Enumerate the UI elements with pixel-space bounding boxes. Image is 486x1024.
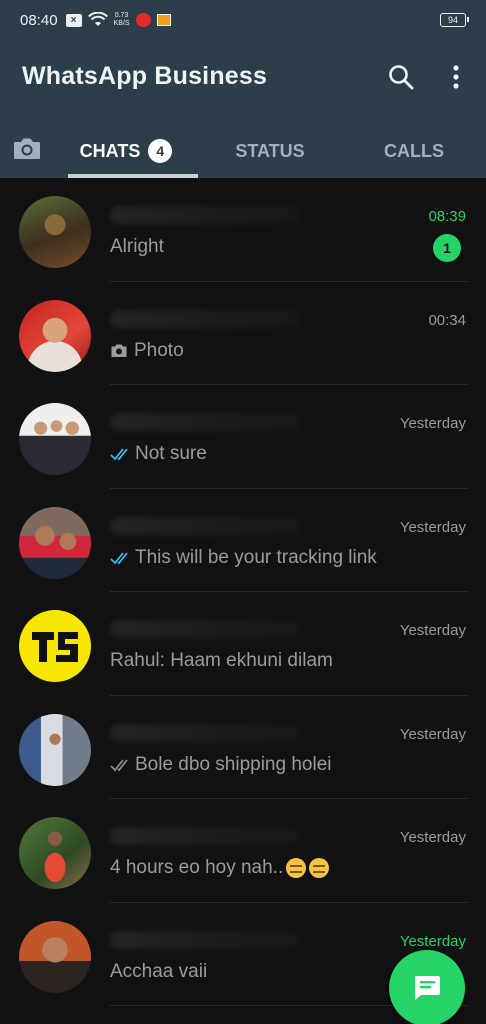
chat-row[interactable]: Yesterday Bole dbo shipping holei xyxy=(0,696,486,799)
camera-icon[interactable] xyxy=(12,135,42,161)
chat-preview: 4 hours eo hoy nah.. xyxy=(110,857,330,879)
tab-bar: CHATS 4 STATUS CALLS xyxy=(0,124,486,178)
search-icon[interactable] xyxy=(388,64,414,90)
notification-x-icon: × xyxy=(65,13,82,27)
chat-time: 08:39 xyxy=(428,208,466,225)
flag-notification-icon xyxy=(156,14,171,26)
network-speed: 0.73 KB/S xyxy=(113,12,130,27)
contact-name-blurred xyxy=(110,930,300,949)
chat-time: Yesterday xyxy=(399,829,466,846)
contact-name-blurred xyxy=(110,206,300,224)
avatar xyxy=(19,713,91,786)
new-message-icon xyxy=(415,976,440,1000)
status-time: 08:40 xyxy=(20,11,58,29)
avatar xyxy=(19,920,91,993)
chat-preview: This will be your tracking link xyxy=(110,547,377,569)
wifi-icon xyxy=(87,12,108,26)
chat-time: Yesterday xyxy=(399,725,466,743)
contact-name-blurred xyxy=(110,620,300,638)
tab-chats[interactable]: CHATS 4 xyxy=(54,124,198,178)
chat-preview: Alright xyxy=(110,236,164,257)
chats-unread-badge: 4 xyxy=(148,139,173,163)
new-chat-button[interactable] xyxy=(389,950,465,1024)
avatar xyxy=(19,196,91,268)
avatar xyxy=(19,610,91,682)
contact-name-blurred xyxy=(110,516,300,535)
chat-preview: Acchaa vaii xyxy=(110,960,208,982)
chat-preview: Bole dbo shipping holei xyxy=(110,754,332,776)
tab-calls[interactable]: CALLS xyxy=(342,124,486,178)
chat-row[interactable]: Yesterday Rahul: Haam ekhuni dilam xyxy=(0,592,486,696)
avatar xyxy=(19,403,91,475)
chat-time: 00:34 xyxy=(428,311,466,329)
status-icons: × 0.73 KB/S xyxy=(65,12,171,28)
chat-row[interactable]: 00:34 Photo xyxy=(0,282,486,385)
chat-preview: Rahul: Haam ekhuni dilam xyxy=(110,650,333,671)
chat-row[interactable]: Yesterday 4 hours eo hoy nah.. xyxy=(0,799,486,903)
chat-row[interactable]: Yesterday This will be your tracking lin… xyxy=(0,489,486,592)
contact-name-blurred xyxy=(110,309,300,328)
chat-preview: Not sure xyxy=(110,443,207,465)
chat-list: 08:39 Alright 1 00:34 Photo Yesterday No… xyxy=(0,178,486,1024)
double-tick-grey-icon xyxy=(110,758,128,771)
app-title: WhatsApp Business xyxy=(22,62,268,90)
chat-preview: Photo xyxy=(110,340,184,362)
app-bar: WhatsApp Business CHATS 4 STATUS CALLS xyxy=(0,40,486,178)
chat-time: Yesterday xyxy=(399,518,466,536)
avatar xyxy=(19,506,91,579)
expressionless-emoji-icon xyxy=(309,858,330,878)
more-options-icon[interactable] xyxy=(448,64,464,90)
expressionless-emoji-icon xyxy=(286,858,307,878)
tab-status[interactable]: STATUS xyxy=(198,124,342,178)
contact-name-blurred xyxy=(110,723,300,742)
avatar xyxy=(19,299,91,372)
youtube-notification-icon xyxy=(135,13,151,27)
contact-name-blurred xyxy=(110,827,300,845)
double-tick-blue-icon xyxy=(110,448,128,461)
chat-time: Yesterday xyxy=(399,415,466,432)
double-tick-blue-icon xyxy=(110,551,128,564)
chat-row[interactable]: 08:39 Alright 1 xyxy=(0,178,486,282)
chat-time: Yesterday xyxy=(399,622,466,639)
chat-time: Yesterday xyxy=(399,932,466,950)
status-bar: 08:40 × 0.73 KB/S 94 xyxy=(0,0,486,40)
ts-logo-icon xyxy=(32,632,78,662)
unread-count-badge: 1 xyxy=(433,234,461,262)
photo-camera-icon xyxy=(111,344,127,357)
battery-icon: 94 xyxy=(440,13,469,27)
chat-row[interactable]: Yesterday Not sure xyxy=(0,385,486,489)
contact-name-blurred xyxy=(110,413,300,431)
avatar xyxy=(19,817,91,889)
